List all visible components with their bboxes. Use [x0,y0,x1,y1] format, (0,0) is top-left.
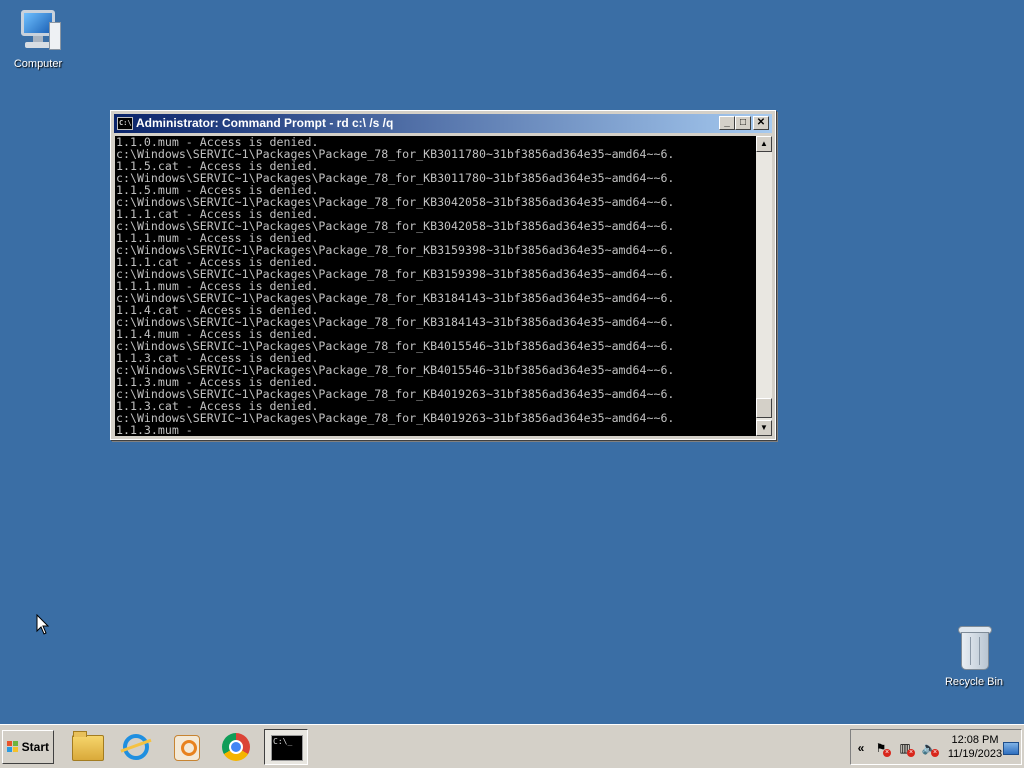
internet-explorer-icon [123,734,149,760]
start-label: Start [21,740,49,754]
start-button[interactable]: Start [2,730,54,764]
taskbar-google-chrome[interactable] [214,729,258,765]
mouse-pointer-icon [36,614,50,635]
scroll-up-arrow-icon[interactable]: ▲ [756,136,772,152]
folder-icon [72,731,104,761]
command-prompt-icon[interactable]: C:\ [117,117,133,130]
console-line: 1.1.3.mum - [116,423,193,436]
taskbar-internet-explorer[interactable] [114,729,158,765]
vertical-scrollbar[interactable]: ▲ ▼ [756,136,772,436]
show-desktop-button[interactable] [1003,742,1019,755]
minimize-button[interactable]: _ [719,116,735,130]
clock-time: 12:08 PM [951,734,999,746]
desktop-icon-recycle-bin[interactable]: Recycle Bin [936,624,1012,688]
media-player-icon [174,735,200,761]
windows-logo-icon [7,741,19,753]
clock-date: 11/19/2023 [947,748,1003,760]
show-hidden-icons-chevron-icon[interactable]: « [853,740,869,756]
computer-icon [15,8,61,54]
recycle-bin-icon [954,624,994,672]
action-center-flag-icon[interactable]: ⚑ × [873,740,891,757]
desktop-icon-label: Computer [13,58,63,70]
scrollbar-thumb[interactable] [756,398,772,418]
volume-icon[interactable]: 🔈 × [921,740,939,757]
close-button[interactable]: ✕ [753,116,769,130]
window-title-bar[interactable]: C:\ Administrator: Command Prompt - rd c… [114,114,772,133]
console-output[interactable]: 1.1.0.mum - Access is denied. c:\Windows\… [115,136,757,436]
maximize-button[interactable]: □ [735,116,751,130]
taskbar-command-prompt[interactable]: C:\_ [264,729,308,765]
taskbar: Start C:\_ « ⚑ × ▥ × 🔈 × 12:08 PM 11/19/202… [0,724,1024,768]
system-tray: « ⚑ × ▥ × 🔈 × 12:08 PM 11/19/2023 [850,729,1022,765]
chrome-icon [222,733,250,761]
window-title: Administrator: Command Prompt - rd c:\ /… [136,116,394,130]
desktop-icon-computer[interactable]: Computer [0,8,76,70]
command-prompt-icon: C:\_ [271,735,303,761]
taskbar-windows-media-player[interactable] [164,729,208,765]
network-icon[interactable]: ▥ × [897,740,915,757]
command-prompt-window[interactable]: C:\ Administrator: Command Prompt - rd c… [110,110,776,440]
console-line: c:\Windows\SERVIC~1\Packages\Package_78_… [116,411,675,425]
desktop-icon-label: Recycle Bin [944,676,1004,688]
taskbar-windows-explorer[interactable] [64,729,108,765]
scroll-down-arrow-icon[interactable]: ▼ [756,420,772,436]
clock[interactable]: 12:08 PM 11/19/2023 [943,733,1007,761]
